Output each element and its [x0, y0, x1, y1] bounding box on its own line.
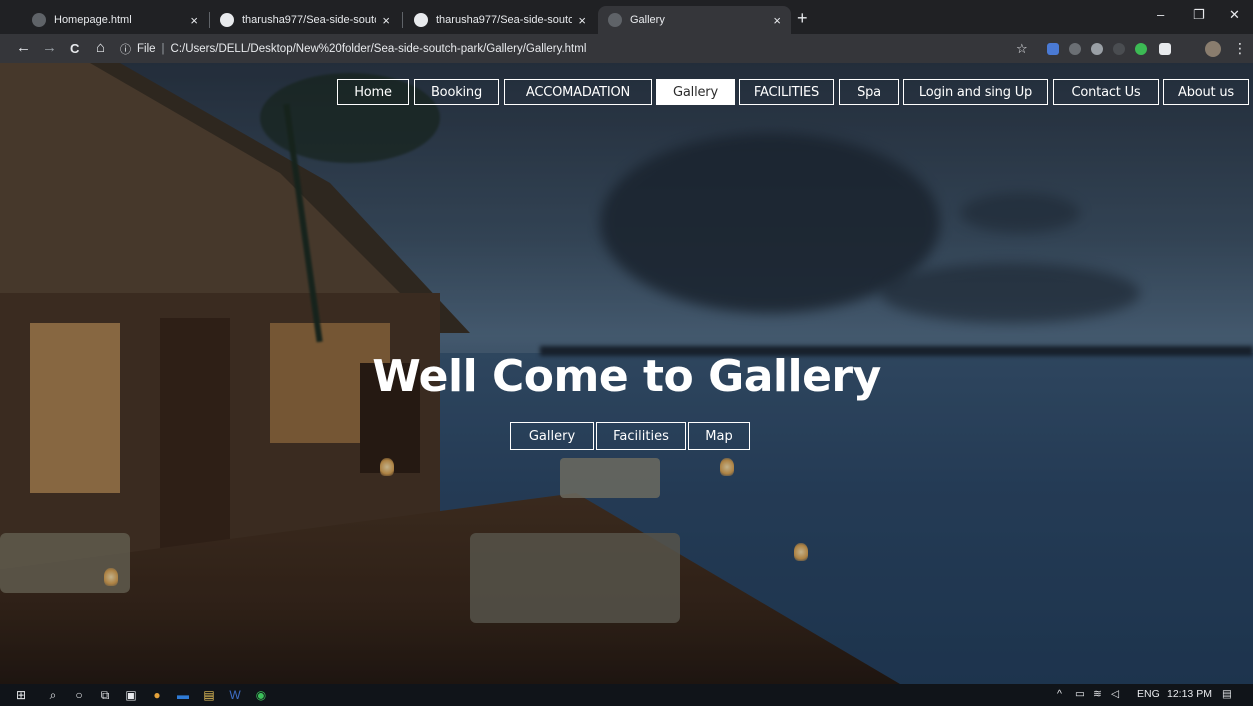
- nav-gallery[interactable]: Gallery: [656, 79, 735, 105]
- word-icon[interactable]: W: [228, 688, 242, 702]
- tab-title: Homepage.html: [54, 14, 132, 26]
- extension-icon[interactable]: [1113, 43, 1125, 55]
- hero-gallery-button[interactable]: Gallery: [510, 422, 594, 450]
- hero-map-button[interactable]: Map: [688, 422, 750, 450]
- tab-github-1[interactable]: tharusha977/Sea-side-soutch-pa ×: [210, 6, 400, 34]
- hero-facilities-button[interactable]: Facilities: [596, 422, 686, 450]
- puzzle-extensions-icon[interactable]: [1159, 43, 1171, 55]
- battery-icon[interactable]: ▭: [1075, 688, 1085, 700]
- tab-title: tharusha977/Sea-side-soutch-pa: [242, 14, 376, 26]
- file-explorer-icon[interactable]: ▤: [202, 688, 216, 702]
- tab-title: tharusha977/Sea-side-soutch-pa: [436, 14, 573, 26]
- gallery-hero-page: Home Booking ACCOMADATION Gallery FACILI…: [0, 63, 1253, 684]
- info-icon[interactable]: ⓘ: [120, 41, 131, 57]
- restore-button[interactable]: ❐: [1193, 7, 1205, 23]
- tab-title: Gallery: [630, 14, 665, 26]
- browser-toolbar: ← → C ⌂ ⓘ File | C:/Users/DELL/Desktop/N…: [0, 34, 1253, 63]
- minimize-button[interactable]: –: [1157, 7, 1164, 22]
- profile-avatar[interactable]: [1205, 41, 1221, 57]
- nav-accomadation[interactable]: ACCOMADATION: [504, 79, 652, 105]
- tab-homepage[interactable]: Homepage.html ×: [22, 6, 208, 34]
- address-separator: |: [161, 42, 165, 55]
- url-text: C:/Users/DELL/Desktop/New%20folder/Sea-s…: [170, 42, 587, 55]
- whatsapp-icon[interactable]: ◉: [254, 688, 268, 702]
- back-button[interactable]: ←: [16, 39, 31, 57]
- task-view-icon[interactable]: ⧉: [98, 688, 112, 702]
- globe-icon: [608, 13, 622, 27]
- tab-github-2[interactable]: tharusha977/Sea-side-soutch-pa ×: [404, 6, 596, 34]
- reload-button[interactable]: C: [70, 40, 79, 58]
- tray-chevron-icon[interactable]: ^: [1057, 688, 1062, 700]
- tab-gallery[interactable]: Gallery ×: [598, 6, 791, 34]
- close-tab-icon[interactable]: ×: [190, 13, 198, 28]
- nav-login-signup[interactable]: Login and sing Up: [903, 79, 1048, 105]
- clock[interactable]: 12:13 PM: [1167, 688, 1212, 700]
- nav-spa[interactable]: Spa: [839, 79, 899, 105]
- mail-icon[interactable]: ▬: [176, 688, 190, 702]
- notification-icon[interactable]: ▤: [1222, 688, 1232, 700]
- close-window-button[interactable]: ✕: [1229, 7, 1240, 23]
- hero-title: Well Come to Gallery: [372, 351, 881, 402]
- search-icon[interactable]: ⌕: [46, 688, 60, 702]
- address-bar[interactable]: ⓘ File | C:/Users/DELL/Desktop/New%20fol…: [120, 37, 1040, 60]
- globe-icon: [32, 13, 46, 27]
- new-tab-button[interactable]: +: [797, 8, 808, 28]
- volume-icon[interactable]: ◁: [1111, 688, 1119, 700]
- bookmark-star-icon[interactable]: ☆: [1016, 41, 1028, 57]
- windows-taskbar: ⊞ ⌕ ○ ⧉ ▣ ● ▬ ▤ W ◉ ^ ▭ ≋ ◁ ENG 12:13 PM…: [0, 684, 1253, 706]
- translate-extension-icon[interactable]: [1047, 43, 1059, 55]
- language-indicator[interactable]: ENG: [1137, 688, 1160, 700]
- forward-button[interactable]: →: [42, 39, 57, 57]
- chrome-icon[interactable]: ●: [150, 688, 164, 702]
- github-icon: [414, 13, 428, 27]
- extension-icon[interactable]: [1091, 43, 1103, 55]
- close-tab-icon[interactable]: ×: [382, 13, 390, 28]
- scheme-label: File: [137, 42, 156, 55]
- browser-menu-icon[interactable]: ⋮: [1233, 40, 1247, 57]
- nav-about-us[interactable]: About us: [1163, 79, 1249, 105]
- browser-tab-strip: Homepage.html × tharusha977/Sea-side-sou…: [0, 0, 1253, 34]
- github-icon: [220, 13, 234, 27]
- close-tab-icon[interactable]: ×: [578, 13, 586, 28]
- extension-icon[interactable]: [1135, 43, 1147, 55]
- nav-contact-us[interactable]: Contact Us: [1053, 79, 1159, 105]
- close-tab-icon[interactable]: ×: [773, 13, 781, 28]
- store-icon[interactable]: ▣: [124, 688, 138, 702]
- shield-extension-icon[interactable]: [1069, 43, 1081, 55]
- wifi-icon[interactable]: ≋: [1093, 688, 1102, 700]
- cortana-icon[interactable]: ○: [72, 688, 86, 702]
- home-button[interactable]: ⌂: [96, 39, 105, 57]
- windows-start-icon[interactable]: ⊞: [14, 688, 28, 702]
- tab-divider: [402, 12, 403, 28]
- nav-facilities[interactable]: FACILITIES: [739, 79, 834, 105]
- nav-booking[interactable]: Booking: [414, 79, 499, 105]
- nav-home[interactable]: Home: [337, 79, 409, 105]
